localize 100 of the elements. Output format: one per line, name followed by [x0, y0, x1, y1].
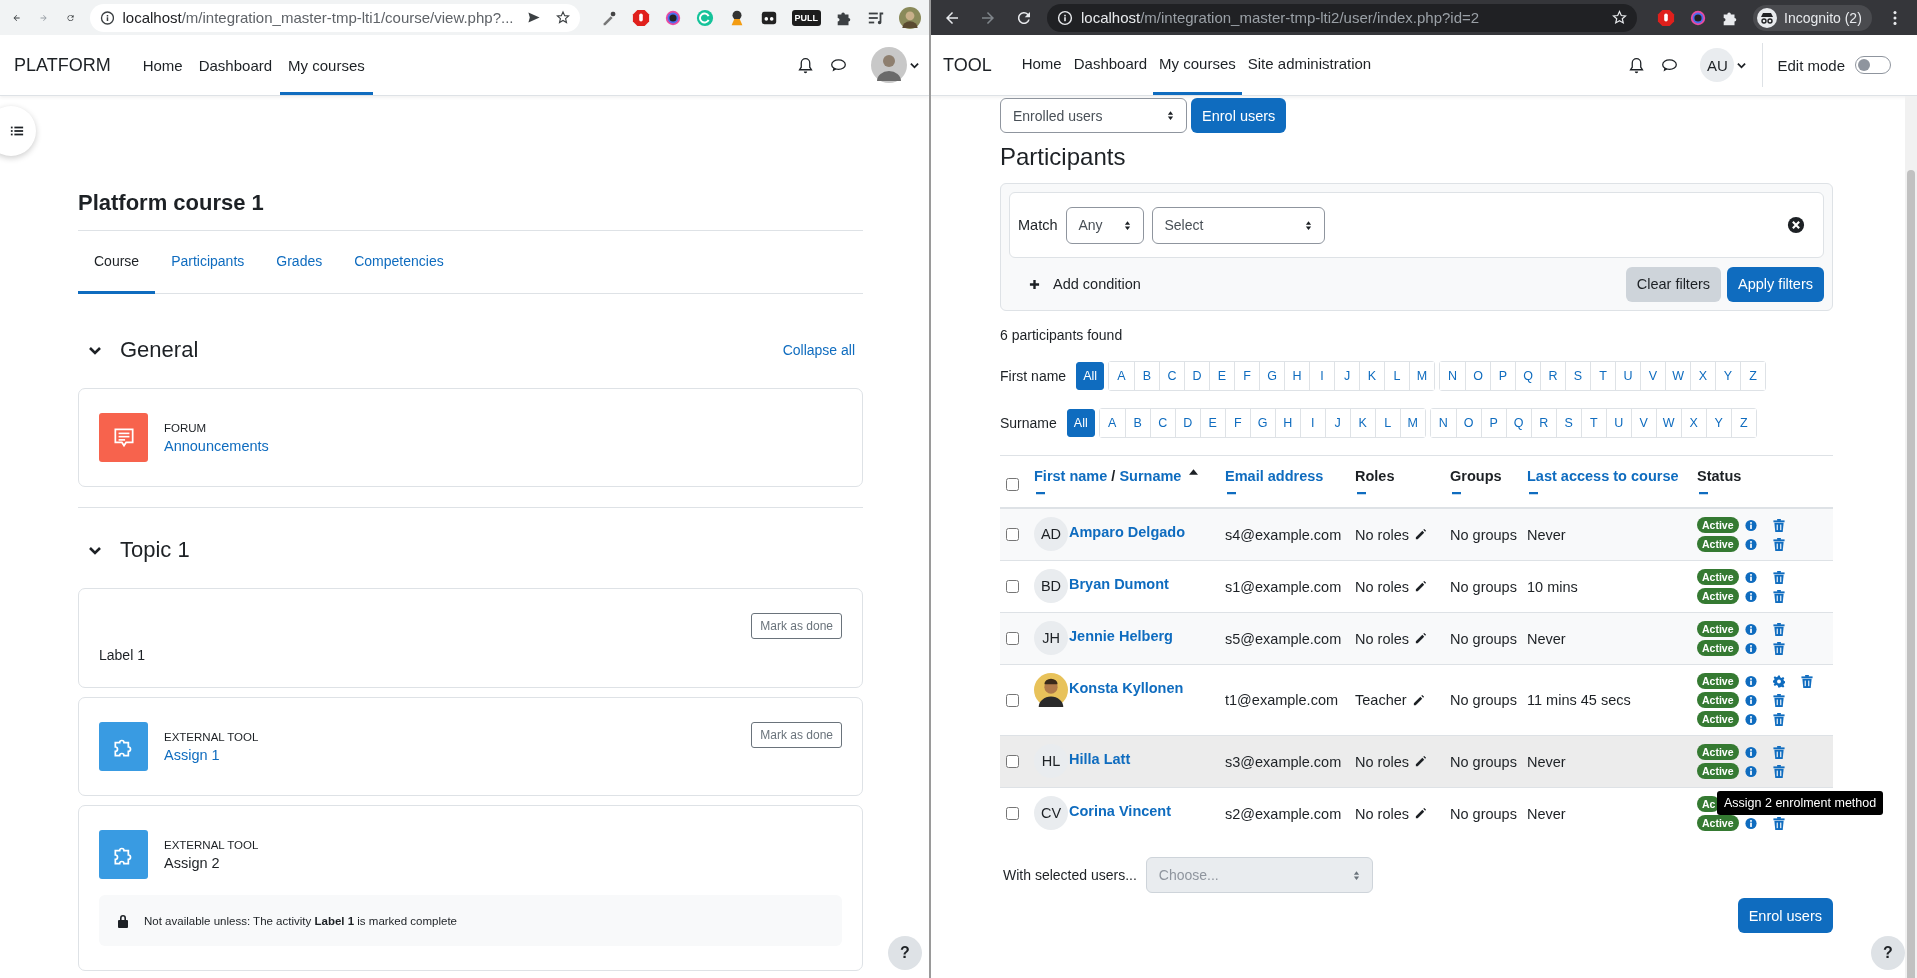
trash-icon[interactable] — [1772, 712, 1785, 726]
sort-link[interactable]: Last access to course — [1527, 468, 1679, 484]
minus-icon[interactable] — [1528, 492, 1539, 495]
trash-icon[interactable] — [1772, 745, 1785, 759]
minus-icon[interactable] — [1698, 492, 1709, 495]
incognito-button[interactable]: Incognito (2) — [1753, 4, 1872, 31]
trash-icon[interactable] — [1772, 641, 1785, 655]
course-index-toggle[interactable] — [0, 106, 36, 156]
apply-filters-button[interactable]: Apply filters — [1727, 266, 1824, 302]
chat-icon[interactable] — [1661, 56, 1679, 74]
edit-mode-switch[interactable] — [1855, 56, 1891, 74]
info-icon[interactable] — [1744, 674, 1757, 688]
nav-link[interactable]: My courses — [280, 35, 373, 95]
collapse-all-link[interactable]: Collapse all — [782, 342, 855, 358]
site-brand[interactable]: PLATFORM — [14, 54, 111, 76]
sort-link[interactable]: Email address — [1225, 468, 1324, 484]
user-name-link[interactable]: Corina Vincent — [1069, 803, 1172, 819]
pencil-icon[interactable] — [1414, 807, 1427, 820]
user-name-link[interactable]: Amparo Delgado — [1069, 524, 1185, 540]
minus-icon[interactable] — [1035, 492, 1046, 495]
match-select[interactable]: Any — [1065, 206, 1144, 244]
user-name-link[interactable]: Jennie Helberg — [1069, 628, 1173, 644]
site-brand[interactable]: TOOL — [943, 54, 992, 76]
help-button[interactable]: ? — [1871, 936, 1905, 970]
caret-icon[interactable] — [1737, 60, 1747, 70]
condition-select[interactable]: Select — [1151, 206, 1325, 244]
pencil-icon[interactable] — [1414, 528, 1427, 541]
initial-button[interactable]: M — [1399, 409, 1425, 437]
hand-icon[interactable] — [1657, 8, 1675, 27]
bell-icon[interactable] — [797, 56, 814, 74]
pencil-icon[interactable] — [1411, 693, 1425, 707]
minus-icon[interactable] — [1451, 492, 1462, 495]
user-avatar[interactable]: AU — [1700, 48, 1735, 82]
trash-icon[interactable] — [1772, 537, 1785, 551]
trash-icon[interactable] — [1772, 589, 1785, 603]
initial-button[interactable]: M — [1409, 362, 1435, 390]
row-checkbox[interactable] — [1006, 755, 1019, 768]
trash-icon[interactable] — [1772, 693, 1785, 707]
user-name-link[interactable]: Hilla Latt — [1069, 751, 1131, 767]
initial-button[interactable]: Z — [1730, 409, 1756, 437]
minus-icon[interactable] — [1356, 492, 1367, 495]
user-name-link[interactable]: Konsta Kyllonen — [1069, 680, 1184, 696]
settings-icon[interactable] — [1772, 674, 1785, 688]
info-icon[interactable] — [1744, 537, 1757, 551]
info-icon[interactable] — [1744, 589, 1757, 603]
info-icon[interactable] — [1744, 816, 1757, 830]
chat-icon[interactable] — [830, 56, 847, 74]
sort-link[interactable]: First name — [1034, 468, 1108, 484]
trash-icon[interactable] — [1772, 518, 1785, 532]
info-icon[interactable] — [1744, 764, 1757, 778]
info-icon[interactable] — [1744, 622, 1757, 636]
close-icon[interactable] — [1787, 216, 1805, 234]
row-checkbox[interactable] — [1006, 528, 1019, 541]
section-title[interactable]: General — [120, 337, 199, 363]
row-checkbox[interactable] — [1006, 632, 1019, 645]
trash-icon[interactable] — [1772, 570, 1785, 584]
trash-icon[interactable] — [1772, 764, 1785, 778]
info-icon[interactable] — [1744, 518, 1757, 532]
nav-link[interactable]: Dashboard — [1067, 35, 1154, 95]
extension-badge[interactable]: PULL — [791, 9, 821, 26]
help-button[interactable]: ? — [888, 936, 922, 970]
select-all-checkbox[interactable] — [1006, 478, 1019, 491]
nav-link[interactable]: Site administration — [1241, 35, 1378, 95]
trash-icon[interactable] — [1800, 674, 1813, 688]
enrol-users-button[interactable]: Enrol users — [1737, 898, 1833, 933]
address-bar[interactable]: localhost/m/integration_master-tmp-lti2/user/index.php?id=2 — [1047, 3, 1637, 32]
mark-done-button[interactable]: Mark as done — [751, 722, 842, 748]
info-icon[interactable] — [1744, 641, 1757, 655]
initial-button[interactable]: All — [1066, 409, 1095, 437]
course-tab[interactable]: Participants — [155, 231, 261, 294]
nav-link[interactable]: Dashboard — [190, 35, 281, 95]
caret-icon[interactable] — [910, 60, 919, 70]
pencil-icon[interactable] — [1414, 755, 1427, 768]
trash-icon[interactable] — [1772, 816, 1785, 830]
sort-link[interactable]: Surname — [1119, 468, 1182, 484]
info-icon[interactable] — [1744, 570, 1757, 584]
activity-link[interactable]: Announcements — [164, 438, 269, 454]
section-title[interactable]: Topic 1 — [120, 537, 190, 563]
nav-link[interactable]: Home — [1015, 35, 1068, 95]
address-bar[interactable]: localhost/m/integration_master-tmp-lti1/course/view.php?... — [89, 3, 580, 32]
star-icon[interactable] — [555, 10, 570, 25]
enrolment-select[interactable]: Enrolled users — [1000, 98, 1187, 133]
row-checkbox[interactable] — [1006, 807, 1019, 820]
minus-icon[interactable] — [1226, 492, 1237, 495]
enrol-users-button[interactable]: Enrol users — [1191, 98, 1287, 133]
ring-icon[interactable] — [663, 8, 682, 27]
clear-filters-button[interactable]: Clear filters — [1625, 266, 1722, 302]
nav-link[interactable]: My courses — [1153, 35, 1242, 95]
info-icon[interactable] — [1744, 693, 1757, 707]
mark-done-button[interactable]: Mark as done — [751, 613, 842, 639]
activity-link[interactable]: Assign 1 — [164, 747, 259, 763]
course-tab[interactable]: Course — [78, 231, 156, 294]
initial-button[interactable]: All — [1076, 362, 1105, 390]
initial-button[interactable]: Z — [1740, 362, 1766, 390]
info-icon[interactable] — [1744, 745, 1757, 759]
nav-link[interactable]: Home — [134, 35, 191, 95]
row-checkbox[interactable] — [1006, 580, 1019, 593]
pencil-icon[interactable] — [1414, 580, 1427, 593]
scrollbar[interactable] — [1905, 96, 1917, 978]
user-name-link[interactable]: Bryan Dumont — [1069, 576, 1169, 592]
